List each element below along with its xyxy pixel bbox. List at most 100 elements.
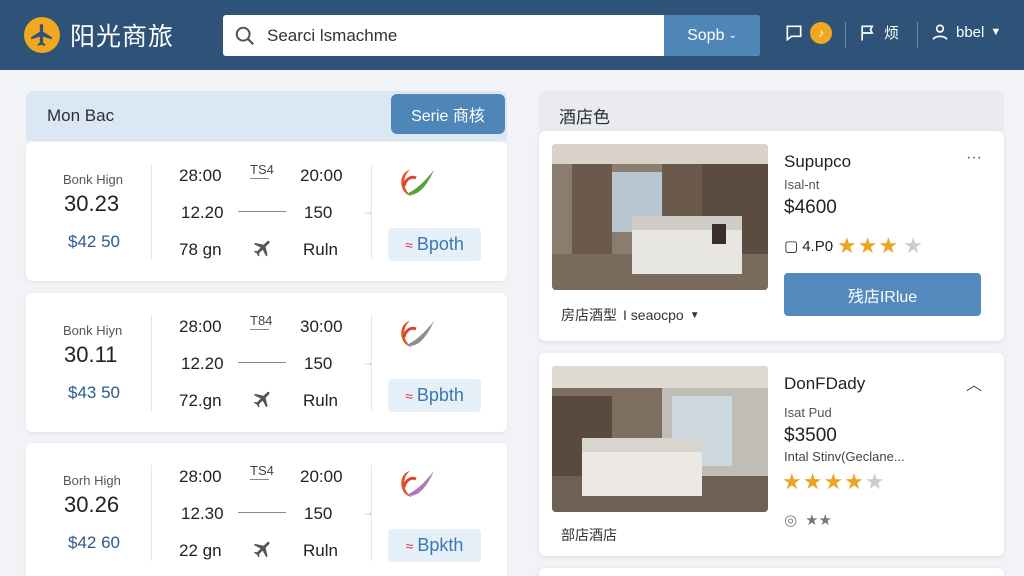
flight-price: $42 50: [68, 232, 120, 251]
hotel-subtitle: Isal-nt: [784, 177, 820, 192]
flights-title: Mon Bac: [47, 106, 115, 125]
star-rating-icon: ★★★: [837, 233, 900, 258]
chevron-up-icon[interactable]: ︿: [966, 371, 982, 395]
small-stars: ★★: [805, 512, 832, 529]
hotel-card[interactable]: DonFDady ︿ Isat Pud $3500 Intal Stinv(Ge…: [539, 353, 1004, 556]
hotel-photo[interactable]: [552, 144, 768, 290]
user-name: bbel: [956, 23, 985, 41]
plane-logo-icon: [24, 17, 60, 53]
divider: [371, 164, 372, 260]
hotel-price: $4600: [784, 197, 837, 218]
user-menu[interactable]: bbel ▼: [930, 22, 1001, 42]
divider: [371, 465, 372, 561]
top-bar: 阳光商旅 Sopb ⌄ ♪ 烦 bbel ▼: [0, 0, 1024, 70]
location-pin-icon[interactable]: ◎: [784, 511, 797, 529]
chevron-down-icon: ⌄: [728, 30, 737, 41]
app-name: 阳光商旅: [70, 23, 175, 51]
flight-label: Borh High: [63, 473, 121, 488]
book-button[interactable]: ≈ Bpoth: [388, 228, 481, 261]
divider: [250, 178, 269, 179]
divider: [371, 315, 372, 411]
room-type-label: 房店酒型: [561, 307, 617, 323]
half-star-icon: ★: [903, 233, 923, 258]
airline-logo-icon: [392, 465, 436, 510]
arrival-code: 150: [304, 504, 333, 523]
airline-logo-icon: [392, 164, 436, 209]
flight-rate: 30.23: [64, 191, 120, 216]
header-divider: [917, 22, 918, 48]
arrow-right-icon: →: [362, 204, 374, 218]
arrow-right-icon: →: [362, 505, 374, 519]
stops-info: T84: [250, 313, 273, 328]
book-button-label: Bpbth: [416, 385, 464, 405]
flag-icon: [861, 25, 874, 40]
book-button[interactable]: ≈ Bpkth: [388, 529, 481, 562]
hotel-category: 部店酒店: [561, 527, 617, 543]
departure-date: 12.30: [181, 504, 224, 523]
airline-swoosh-icon: ≈: [405, 387, 413, 404]
hotel-subtitle: Isat Pud: [784, 405, 832, 420]
review-icon: ▢: [784, 238, 799, 255]
book-button[interactable]: ≈ Bpbth: [388, 379, 481, 412]
divider: [151, 315, 152, 411]
flight-rate: 30.11: [64, 342, 118, 367]
search-icon: [223, 15, 267, 56]
book-hotel-button[interactable]: 残店IRlue: [784, 273, 981, 316]
arrival-city: Ruln: [303, 541, 338, 560]
flight-price: $43 50: [68, 383, 120, 402]
airplane-icon: [252, 538, 274, 565]
departure-date: 12.20: [181, 203, 224, 222]
flight-rate: 30.26: [64, 492, 120, 517]
notification-badge-icon: ♪: [810, 22, 832, 44]
user-icon: [932, 24, 948, 40]
chat-icon: [786, 25, 802, 42]
search-input[interactable]: [267, 15, 664, 56]
book-button-label: Bpoth: [416, 234, 464, 254]
chevron-down-icon: ▼: [990, 26, 1002, 38]
messages-button[interactable]: 烦: [858, 22, 899, 43]
departure-time: 28:00: [179, 467, 222, 486]
divider: [151, 465, 152, 561]
flight-card[interactable]: Bonk Hiyn 30.11 $43 50 28:00 12.20 72.gn…: [26, 293, 507, 432]
flight-duration: 22 gn: [179, 541, 222, 560]
room-type-value: I seaocpo: [623, 307, 684, 323]
hotel-price: $3500: [784, 425, 837, 446]
hotel-name: DonFDady: [784, 374, 866, 393]
chevron-down-icon: ▼: [689, 309, 700, 321]
hotel-photo[interactable]: [552, 366, 768, 512]
hotels-title: 酒店色: [559, 108, 610, 127]
flight-label: Bonk Hiyn: [63, 323, 123, 338]
arrival-time: 20:00: [300, 467, 343, 486]
hotel-card[interactable]: Supupco ··· Isal-nt $4600 ▢ 4.P0 ★★★ ★ 残店…: [539, 131, 1004, 341]
airline-swoosh-icon: ≈: [405, 537, 414, 554]
hotel-actions: ◎ ★★: [784, 511, 832, 529]
route-line: [238, 211, 286, 212]
arrival-city: Ruln: [303, 391, 338, 410]
divider: [250, 479, 269, 480]
star-rating-icon: ★★★★★: [782, 469, 886, 495]
departure-date: 12.20: [181, 354, 224, 373]
hotel-description: Intal Stinv(Geclane...: [784, 449, 905, 464]
stars-full: ★★★★: [782, 469, 865, 494]
half-star-icon: ★: [864, 469, 886, 494]
room-type-select[interactable]: 房店酒型 I seaocpo ▼: [561, 305, 700, 325]
flight-duration: 78 gn: [179, 240, 222, 259]
airplane-icon: [252, 388, 274, 415]
stops-info: TS4: [250, 463, 274, 478]
airline-swoosh-icon: ≈: [405, 236, 413, 253]
more-options-icon[interactable]: ···: [966, 149, 982, 167]
hotel-card-partial[interactable]: [539, 568, 1004, 576]
flight-price: $42 60: [68, 533, 120, 552]
notifications-button[interactable]: ♪: [784, 22, 832, 44]
hotel-name: Supupco: [784, 152, 852, 171]
search-button[interactable]: Sopb ⌄: [664, 15, 760, 56]
arrival-time: 20:00: [300, 166, 343, 185]
arrival-time: 30:00: [300, 317, 343, 336]
brand[interactable]: 阳光商旅: [24, 17, 174, 53]
flights-action-button[interactable]: Serie 商核: [391, 94, 505, 134]
search-bar: Sopb ⌄: [223, 15, 760, 56]
flight-card[interactable]: Bonk Hign 30.23 $42 50 28:00 12.20 78 gn…: [26, 142, 507, 281]
flight-label: Bonk Hign: [63, 172, 123, 187]
flight-card[interactable]: Borh High 30.26 $42 60 28:00 12.30 22 gn…: [26, 443, 507, 576]
stops-info: TS4: [250, 162, 274, 177]
